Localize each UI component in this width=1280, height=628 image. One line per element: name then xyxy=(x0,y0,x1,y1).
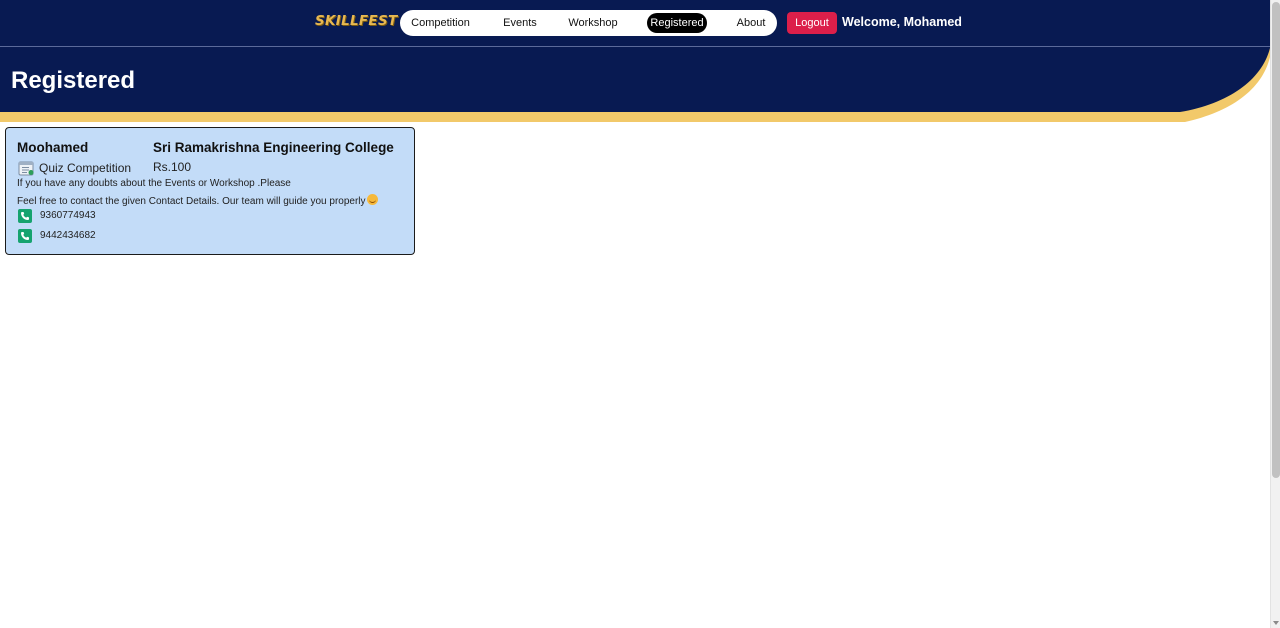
page: SKILLFEST Competition Events Workshop Re… xyxy=(0,0,1280,628)
calendar-icon xyxy=(18,160,35,176)
college-name: Sri Ramakrishna Engineering College xyxy=(153,140,394,155)
smile-emoji-icon xyxy=(366,194,378,205)
nav-registered[interactable]: Registered xyxy=(647,13,707,33)
vertical-scrollbar[interactable] xyxy=(1270,0,1280,628)
logout-button[interactable]: Logout xyxy=(787,12,837,34)
registration-card: Moohamed Sri Ramakrishna Engineering Col… xyxy=(5,127,415,255)
contact-phone-2: 9442434682 xyxy=(18,228,96,243)
scrollbar-thumb[interactable] xyxy=(1272,2,1280,478)
brand-logo[interactable]: SKILLFEST xyxy=(315,13,398,29)
info-text-line-2-text: Feel free to contact the given Contact D… xyxy=(17,196,366,207)
nav-events[interactable]: Events xyxy=(500,13,540,33)
welcome-text: Welcome, Mohamed xyxy=(842,15,962,29)
nav-competition[interactable]: Competition xyxy=(408,13,473,33)
nav-about[interactable]: About xyxy=(733,13,769,33)
info-text-line-2: Feel free to contact the given Contact D… xyxy=(17,194,378,207)
event-name: Quiz Competition xyxy=(39,160,132,175)
page-header: SKILLFEST Competition Events Workshop Re… xyxy=(0,0,1270,122)
event-row: Quiz Competition xyxy=(18,159,131,176)
nav-workshop[interactable]: Workshop xyxy=(566,13,620,33)
phone-number[interactable]: 9360774943 xyxy=(40,210,96,221)
phone-number[interactable]: 9442434682 xyxy=(40,230,96,241)
event-price: Rs.100 xyxy=(153,160,192,174)
contact-phone-1: 9360774943 xyxy=(18,208,96,223)
page-title: Registered xyxy=(11,67,136,94)
nav-menu: Competition Events Workshop Registered A… xyxy=(400,10,777,36)
scroll-down-arrow-icon[interactable] xyxy=(1273,621,1279,625)
info-text-line-1: If you have any doubts about the Events … xyxy=(17,178,291,189)
phone-icon xyxy=(18,208,32,223)
phone-icon xyxy=(18,228,32,243)
participant-name: Moohamed xyxy=(17,140,89,155)
top-navbar: SKILLFEST Competition Events Workshop Re… xyxy=(0,0,1270,47)
